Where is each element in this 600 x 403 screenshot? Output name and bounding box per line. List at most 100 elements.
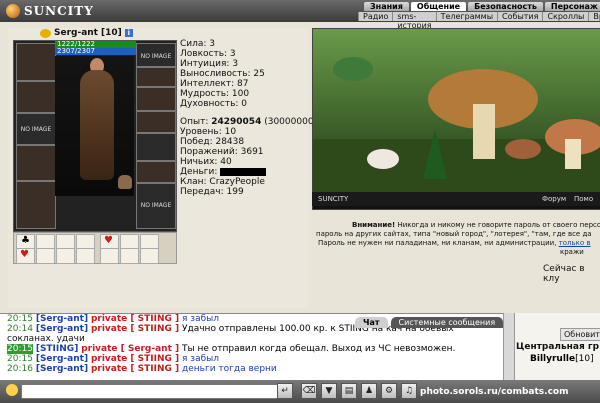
subtab-radio[interactable]: Радио [358, 12, 393, 21]
slot-empty-left[interactable]: NO IMAGE [16, 113, 56, 145]
character-stats: Сила: 3 Ловкость: 3 Интуиция: 3 Вынослив… [180, 39, 317, 197]
character-name[interactable]: Serg-ant [54, 28, 98, 38]
stat-wins: Побед: 28438 [180, 137, 245, 147]
chat-sender[interactable]: Serg-ant [40, 354, 84, 364]
tab-character[interactable]: Персонаж [544, 2, 600, 11]
logo-text: SUNCITY [24, 4, 94, 18]
chat-recipient[interactable]: STIING [138, 324, 172, 334]
refresh-button[interactable]: Обновить [560, 328, 600, 341]
chat-recipient[interactable]: STIING [138, 354, 172, 364]
settings-icon[interactable]: ⚙ [381, 383, 397, 399]
send-icon[interactable]: ↵ [277, 383, 293, 399]
chat-sender[interactable]: Serg-ant [40, 314, 84, 324]
stat-intuition: Интуиция: 3 [180, 59, 239, 69]
chat-time[interactable]: 20:14 [7, 324, 33, 334]
sound-icon[interactable]: ♫ [401, 383, 417, 399]
stat-losses: Поражений: 3691 [180, 147, 264, 157]
tab-system-messages[interactable]: Системные сообщения [390, 317, 504, 328]
online-user-level: [10] [575, 354, 594, 364]
slot-gloves[interactable] [136, 111, 176, 133]
chat-time[interactable]: 20:15 [7, 314, 33, 324]
stat-clan: Клан: CrazyPeople [180, 177, 265, 187]
chat-sender[interactable]: Serg-ant [40, 364, 84, 374]
chat-message: деньги тогда верни [182, 364, 277, 374]
chat-message: я забыл [182, 354, 219, 364]
slot-shield[interactable] [136, 161, 176, 183]
chat-time[interactable]: 20:15 [7, 344, 33, 354]
online-user[interactable]: Billyrulle[10] [530, 354, 594, 364]
person-icon[interactable]: ♟ [361, 383, 377, 399]
chat-sender[interactable]: Serg-ant [40, 324, 84, 334]
subtab-sms-history[interactable]: sms-история [392, 12, 436, 30]
chat-line: 20:15 [Serg-ant] private [ STIING ] я за… [7, 354, 219, 364]
redacted-mask [220, 167, 267, 176]
chat-recipient[interactable]: Serg-ant [128, 344, 172, 354]
slot-necklace[interactable] [16, 81, 56, 113]
slot-helmet[interactable] [16, 43, 56, 81]
tab-knowledge[interactable]: Знания [364, 2, 409, 11]
no-image-label: NO IMAGE [140, 201, 172, 209]
slot-empty-right-3[interactable]: NO IMAGE [136, 183, 176, 229]
chat-sender[interactable]: STIING [40, 344, 74, 354]
location-footer: SUNCITY Форум Помо [312, 192, 600, 206]
notice-line: Никогда и никому не говорите пароль от с… [397, 221, 600, 229]
inventory-slot[interactable] [36, 248, 55, 264]
exp-label: Опыт: [180, 117, 209, 127]
location-image[interactable] [312, 28, 600, 210]
chat-recipient[interactable]: STIING [138, 314, 172, 324]
online-user-name[interactable]: Billyrulle [530, 354, 575, 364]
notice-link[interactable]: только в [559, 239, 591, 247]
pet-icon[interactable] [118, 175, 132, 189]
window-icon[interactable]: ▤ [341, 383, 357, 399]
slot-weapon-left[interactable] [16, 145, 56, 181]
forum-link[interactable]: Форум [542, 195, 566, 203]
subtab-scrolls[interactable]: Скроллы [542, 12, 589, 21]
stat-endurance: Выносливость: 25 [180, 69, 265, 79]
slot-ring-2[interactable] [136, 87, 176, 111]
tab-security[interactable]: Безопасность [468, 2, 543, 11]
subtab-telegrams[interactable]: Телеграммы [435, 12, 498, 21]
inventory-slot[interactable] [140, 248, 159, 264]
inventory-slot[interactable] [100, 248, 119, 264]
security-notice: Внимание! Никогда и никому не говорите п… [312, 221, 600, 257]
chat-scrollbar[interactable] [503, 313, 514, 380]
no-image-label: NO IMAGE [140, 52, 172, 60]
chat-line-continued: сокланах. удачи [7, 334, 85, 344]
chat-time[interactable]: 20:16 [7, 364, 33, 374]
exp-value: 24290054 [211, 117, 262, 127]
no-image-label: NO IMAGE [20, 126, 52, 133]
eraser-icon[interactable]: ⌫ [301, 383, 317, 399]
location-logo-text: SUNCITY [318, 195, 349, 203]
heart-icon[interactable] [16, 248, 35, 264]
subtab-more[interactable]: Ври [588, 12, 600, 21]
subtab-events[interactable]: События [497, 12, 543, 21]
notice-title: Внимание! [352, 221, 396, 229]
character-name-header: Serg-ant [10] i [40, 28, 133, 38]
help-link[interactable]: Помо [574, 195, 593, 203]
inventory-slot[interactable] [120, 248, 139, 264]
chat-time[interactable]: 20:15 [7, 354, 33, 364]
chat-message: я забыл [182, 314, 219, 324]
sub-tabs: Радио sms-история Телеграммы События Скр… [358, 12, 600, 30]
chat-message-input[interactable] [21, 384, 279, 399]
private-label: private [90, 324, 128, 334]
smiley-picker-icon[interactable] [6, 384, 18, 396]
private-label: private [90, 314, 128, 324]
slot-armor-left[interactable] [16, 181, 56, 229]
tab-chat[interactable]: Чат [355, 317, 388, 328]
slot-empty-right-2[interactable] [136, 133, 176, 161]
inventory-slot[interactable] [76, 248, 95, 264]
inventory-slot[interactable] [56, 248, 75, 264]
info-icon[interactable]: i [124, 29, 133, 37]
stat-draws: Ничьих: 40 [180, 157, 232, 167]
stat-intellect: Интеллект: 87 [180, 79, 249, 89]
slot-ring-1[interactable] [136, 67, 176, 87]
tab-communication[interactable]: Общение [410, 2, 467, 11]
inventory-row [13, 232, 177, 264]
private-label: private [90, 364, 128, 374]
chat-recipient[interactable]: STIING [138, 364, 172, 374]
chat-line: 20:16 [Serg-ant] private [ STIING ] день… [7, 364, 277, 374]
watermark: photo.sorols.ru/combats.com [420, 387, 569, 397]
slot-empty-right-1[interactable]: NO IMAGE [136, 43, 176, 67]
filter-icon[interactable]: ▼ [321, 383, 337, 399]
